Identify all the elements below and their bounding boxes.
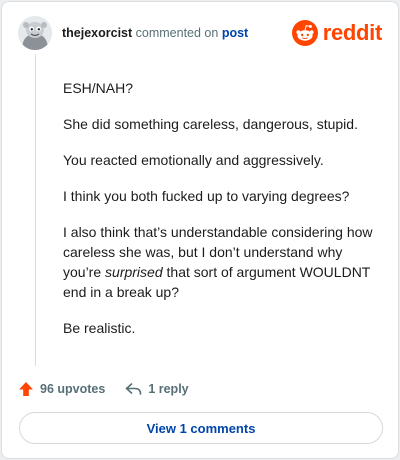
thread-line[interactable]	[35, 54, 36, 366]
commented-on-text: commented on	[135, 26, 219, 40]
reply-icon	[126, 383, 142, 395]
username-link[interactable]: thejexorcist	[62, 26, 132, 40]
comment-paragraph: ESH/NAH?	[63, 80, 134, 96]
emphasis-text: surprised	[105, 264, 163, 280]
post-link[interactable]: post	[222, 26, 248, 40]
comment-paragraph: I think you both fucked up to varying de…	[63, 188, 350, 204]
comment-paragraph: I also think that’s understandable consi…	[63, 222, 383, 302]
reddit-wordmark: reddit	[322, 20, 383, 45]
upvote-arrow-icon	[19, 382, 33, 396]
comment-card: thejexorcist commented on post reddit ES…	[1, 1, 399, 459]
comment-header: thejexorcist commented on post reddit	[18, 16, 382, 56]
comment-byline: thejexorcist commented on post	[62, 26, 248, 40]
comment-paragraph: Be realistic.	[63, 320, 136, 336]
upvote-count: 96 upvotes	[40, 382, 106, 396]
reply-button[interactable]: 1 reply	[125, 382, 189, 396]
reddit-snoo-icon	[291, 20, 318, 46]
comment-paragraph: You reacted emotionally and aggressively…	[63, 152, 324, 168]
avatar-icon	[18, 16, 52, 50]
upvote-button[interactable]: 96 upvotes	[18, 381, 105, 397]
comment-actions: 96 upvotes 1 reply	[18, 378, 189, 400]
view-comments-button[interactable]: View 1 comments	[19, 412, 383, 444]
comment-body: ESH/NAH? She did something careless, dan…	[63, 78, 383, 354]
comment-paragraph: She did something careless, dangerous, s…	[63, 116, 358, 132]
reddit-logo[interactable]: reddit	[291, 18, 383, 48]
user-avatar[interactable]	[18, 16, 52, 50]
reply-count: 1 reply	[148, 382, 189, 396]
